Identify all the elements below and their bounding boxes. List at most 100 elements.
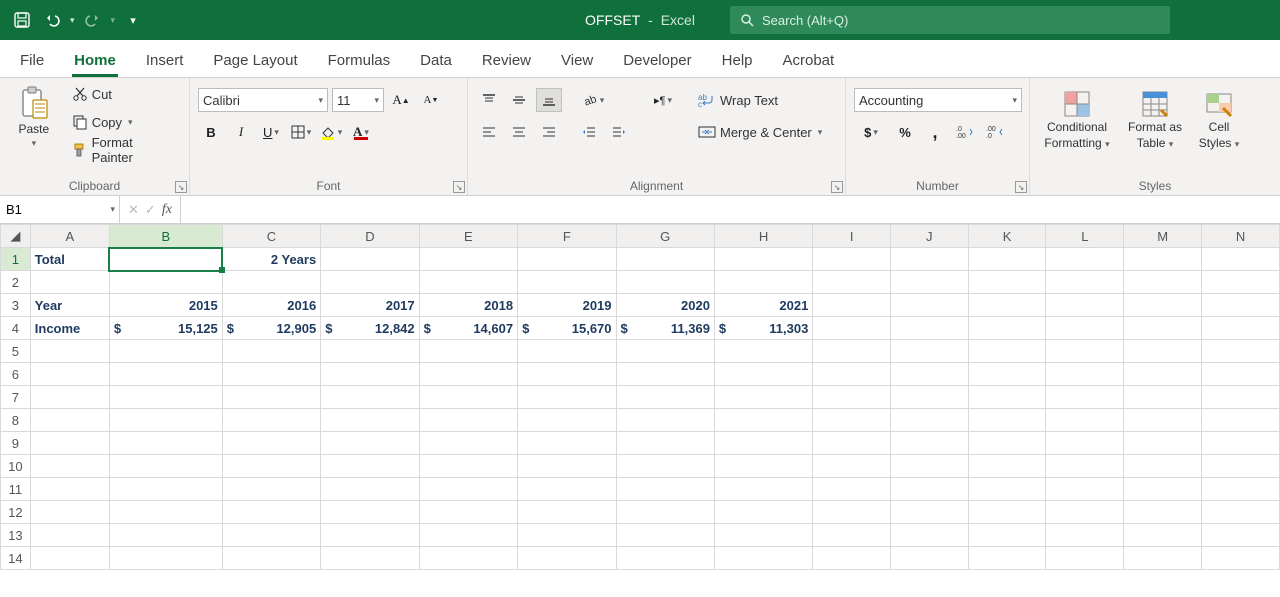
cell[interactable] xyxy=(616,248,714,271)
cell[interactable] xyxy=(968,340,1046,363)
cell[interactable] xyxy=(30,340,109,363)
cell[interactable] xyxy=(419,409,517,432)
cell[interactable] xyxy=(222,271,320,294)
cell[interactable] xyxy=(321,455,419,478)
cut-button[interactable]: Cut xyxy=(68,82,181,106)
cell[interactable] xyxy=(419,363,517,386)
cell[interactable] xyxy=(30,547,109,570)
tab-file[interactable]: File xyxy=(18,46,46,77)
cell[interactable] xyxy=(968,386,1046,409)
cell[interactable] xyxy=(1202,340,1280,363)
cell[interactable] xyxy=(714,501,812,524)
cell[interactable] xyxy=(518,340,616,363)
col-header-E[interactable]: E xyxy=(419,225,517,248)
cell[interactable] xyxy=(1046,271,1124,294)
cell[interactable] xyxy=(1202,409,1280,432)
cell[interactable] xyxy=(968,501,1046,524)
cell-G4[interactable]: $11,369 xyxy=(616,317,714,340)
cell[interactable] xyxy=(30,271,109,294)
cell[interactable] xyxy=(1202,317,1280,340)
cell[interactable] xyxy=(109,455,222,478)
tab-data[interactable]: Data xyxy=(418,46,454,77)
cell[interactable] xyxy=(714,432,812,455)
cell[interactable] xyxy=(813,432,891,455)
font-size-combo[interactable]: 11▾ xyxy=(332,88,384,112)
cell[interactable] xyxy=(109,501,222,524)
cell-H4[interactable]: $11,303 xyxy=(714,317,812,340)
cell[interactable] xyxy=(1046,363,1124,386)
cell[interactable] xyxy=(518,271,616,294)
cell[interactable] xyxy=(518,547,616,570)
cell[interactable] xyxy=(968,271,1046,294)
col-header-J[interactable]: J xyxy=(890,225,968,248)
percent-format-icon[interactable]: % xyxy=(892,120,918,144)
cell[interactable] xyxy=(890,363,968,386)
cell[interactable] xyxy=(616,409,714,432)
cell[interactable] xyxy=(222,524,320,547)
cell[interactable] xyxy=(321,547,419,570)
autosave-icon[interactable] xyxy=(10,8,34,32)
cell[interactable] xyxy=(1202,455,1280,478)
cell-E3[interactable]: 2018 xyxy=(419,294,517,317)
row-header-9[interactable]: 9 xyxy=(1,432,31,455)
cell[interactable] xyxy=(109,547,222,570)
cell[interactable] xyxy=(813,271,891,294)
col-header-A[interactable]: A xyxy=(30,225,109,248)
underline-button[interactable]: U▾ xyxy=(258,120,284,144)
cell[interactable] xyxy=(1046,317,1124,340)
cell[interactable] xyxy=(968,294,1046,317)
cell[interactable] xyxy=(222,547,320,570)
cell[interactable] xyxy=(968,317,1046,340)
cell[interactable] xyxy=(222,501,320,524)
cell[interactable] xyxy=(1124,432,1202,455)
row-header-8[interactable]: 8 xyxy=(1,409,31,432)
align-center-icon[interactable] xyxy=(506,120,532,144)
align-top-icon[interactable] xyxy=(476,88,502,112)
row-header-6[interactable]: 6 xyxy=(1,363,31,386)
col-header-N[interactable]: N xyxy=(1202,225,1280,248)
decrease-indent-icon[interactable] xyxy=(576,120,602,144)
cell[interactable] xyxy=(1046,409,1124,432)
qat-customize-icon[interactable]: ▾ xyxy=(121,8,145,32)
cell[interactable] xyxy=(616,478,714,501)
cell[interactable] xyxy=(419,547,517,570)
cell[interactable] xyxy=(714,455,812,478)
row-header-3[interactable]: 3 xyxy=(1,294,31,317)
align-left-icon[interactable] xyxy=(476,120,502,144)
borders-button[interactable]: ▾ xyxy=(288,120,314,144)
align-bottom-icon[interactable] xyxy=(536,88,562,112)
cell[interactable] xyxy=(1124,455,1202,478)
row-header-14[interactable]: 14 xyxy=(1,547,31,570)
col-header-L[interactable]: L xyxy=(1046,225,1124,248)
undo-dropdown[interactable]: ▾ xyxy=(70,15,75,26)
dialog-launcher-icon[interactable]: ↘ xyxy=(453,181,465,193)
decrease-font-icon[interactable]: A▼ xyxy=(418,88,444,112)
cell[interactable] xyxy=(616,524,714,547)
cell[interactable] xyxy=(616,455,714,478)
cell[interactable] xyxy=(968,478,1046,501)
font-color-button[interactable]: A▾ xyxy=(348,120,374,144)
cell[interactable] xyxy=(1046,386,1124,409)
cell[interactable] xyxy=(109,409,222,432)
row-header-11[interactable]: 11 xyxy=(1,478,31,501)
accounting-format-icon[interactable]: $▾ xyxy=(854,120,888,144)
cell[interactable] xyxy=(616,547,714,570)
select-all-corner[interactable]: ◢ xyxy=(1,225,31,248)
cell[interactable] xyxy=(1046,340,1124,363)
cell[interactable] xyxy=(321,340,419,363)
tab-developer[interactable]: Developer xyxy=(621,46,693,77)
name-box[interactable]: ▾ xyxy=(0,196,120,223)
cell[interactable] xyxy=(222,455,320,478)
cell[interactable] xyxy=(222,363,320,386)
col-header-D[interactable]: D xyxy=(321,225,419,248)
number-format-combo[interactable]: Accounting▾ xyxy=(854,88,1022,112)
cell[interactable] xyxy=(1124,248,1202,271)
cell[interactable] xyxy=(321,248,419,271)
tab-help[interactable]: Help xyxy=(720,46,755,77)
row-header-12[interactable]: 12 xyxy=(1,501,31,524)
cell[interactable] xyxy=(714,547,812,570)
cell[interactable] xyxy=(30,409,109,432)
cell[interactable] xyxy=(518,501,616,524)
cell[interactable] xyxy=(518,524,616,547)
tab-page-layout[interactable]: Page Layout xyxy=(211,46,299,77)
